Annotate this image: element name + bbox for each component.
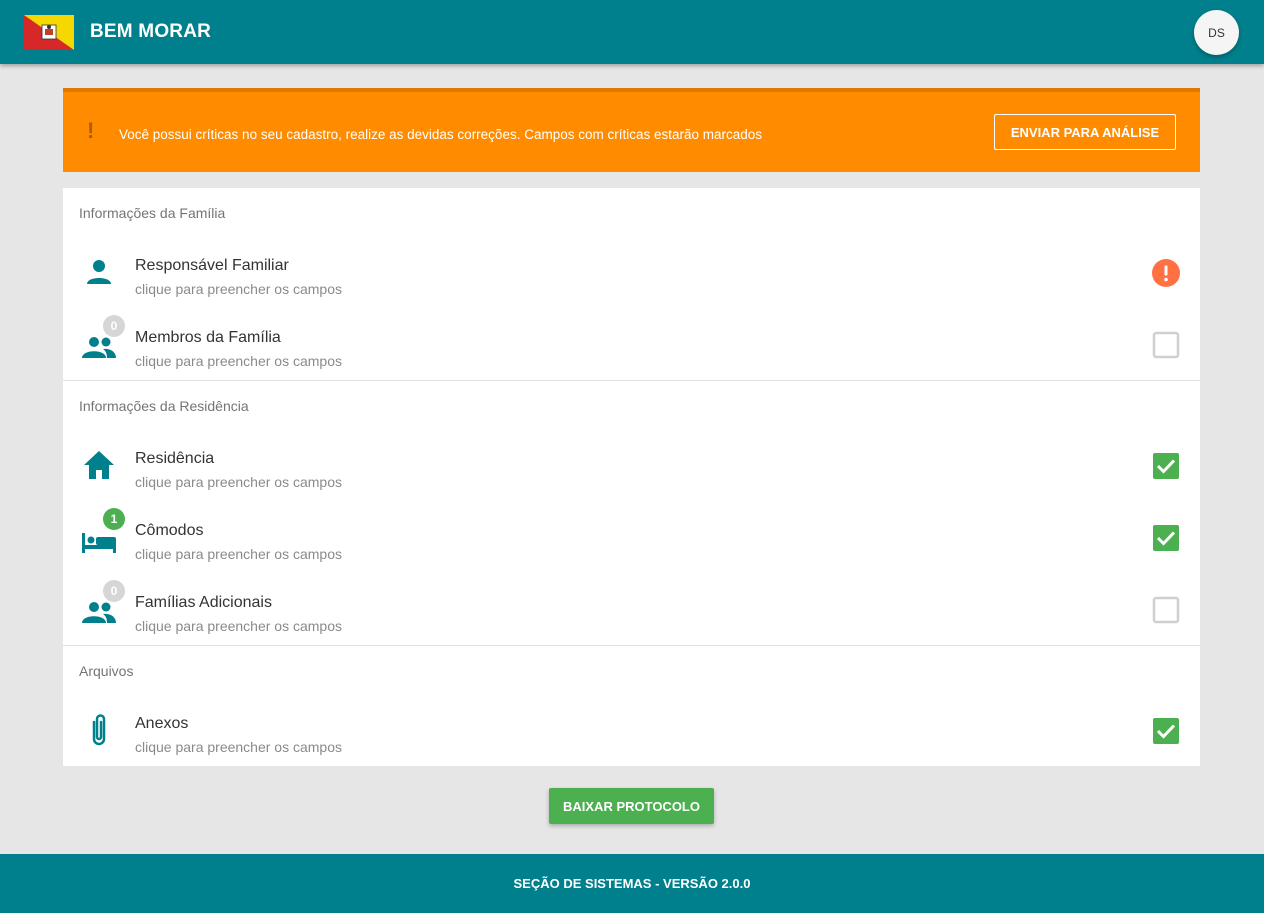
list-item-familias-adicionais[interactable]: 0 Famílias Adicionais clique para preenc… — [63, 573, 1200, 645]
alert-message: Você possui críticas no seu cadastro, re… — [119, 127, 763, 142]
registration-card: Informações da Família Responsável Famil… — [63, 188, 1200, 766]
item-title: Responsável Familiar — [135, 257, 289, 274]
list-item-residencia[interactable]: Residência clique para preencher os camp… — [63, 429, 1200, 501]
item-subtitle: clique para preencher os campos — [135, 546, 343, 562]
list-item-anexos[interactable]: Anexos clique para preencher os campos — [63, 694, 1200, 766]
city-flag-logo — [24, 15, 74, 50]
item-title: Membros da Família — [135, 329, 281, 346]
user-avatar[interactable]: DS — [1194, 10, 1239, 55]
count-badge: 0 — [103, 580, 125, 602]
count-badge: 1 — [103, 508, 125, 530]
section-divider — [63, 380, 1200, 381]
error-status-icon — [1152, 259, 1180, 287]
item-subtitle: clique para preencher os campos — [135, 618, 343, 634]
top-app-bar: BEM MORAR DS — [0, 0, 1264, 64]
section-title-family: Informações da Família — [79, 205, 226, 221]
person-icon — [81, 254, 117, 290]
critique-alert-banner: ! Você possui críticas no seu cadastro, … — [63, 88, 1200, 172]
item-title: Cômodos — [135, 522, 204, 539]
section-divider — [63, 645, 1200, 646]
exclamation-icon: ! — [87, 118, 95, 143]
download-protocol-button[interactable]: BAIXAR PROTOCOLO — [549, 788, 714, 824]
count-badge: 0 — [103, 315, 125, 337]
home-icon — [81, 447, 117, 483]
footer-version: SEÇÃO DE SISTEMAS - VERSÃO 2.0.0 — [0, 854, 1264, 913]
checked-checkbox[interactable] — [1152, 452, 1180, 480]
list-item-comodos[interactable]: 1 Cômodos clique para preencher os campo… — [63, 501, 1200, 573]
send-for-analysis-button[interactable]: ENVIAR PARA ANÁLISE — [994, 114, 1176, 150]
list-item-responsavel-familiar[interactable]: Responsável Familiar clique para preench… — [63, 236, 1200, 308]
checked-checkbox[interactable] — [1152, 524, 1180, 552]
item-subtitle: clique para preencher os campos — [135, 474, 343, 490]
item-title: Residência — [135, 450, 215, 467]
app-title: BEM MORAR — [90, 21, 212, 42]
checked-checkbox[interactable] — [1152, 717, 1180, 745]
section-title-files: Arquivos — [79, 663, 134, 679]
unchecked-checkbox[interactable] — [1152, 331, 1180, 359]
unchecked-checkbox[interactable] — [1152, 596, 1180, 624]
section-title-residence: Informações da Residência — [79, 398, 249, 414]
item-subtitle: clique para preencher os campos — [135, 353, 343, 369]
item-subtitle: clique para preencher os campos — [135, 739, 343, 755]
item-subtitle: clique para preencher os campos — [135, 281, 343, 297]
item-title: Famílias Adicionais — [135, 594, 272, 611]
item-title: Anexos — [135, 715, 189, 732]
paperclip-icon — [81, 712, 117, 748]
list-item-membros-familia[interactable]: 0 Membros da Família clique para preench… — [63, 308, 1200, 380]
